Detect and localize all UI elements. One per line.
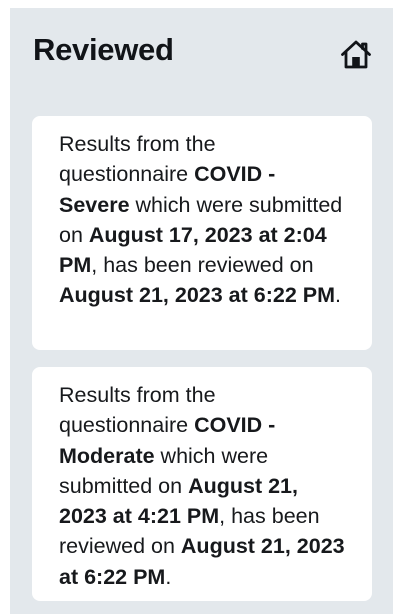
- notification-prefix: Results from the questionnaire: [59, 132, 216, 187]
- home-icon: [341, 40, 371, 69]
- reviewed-datetime: August 21, 2023 at 6:22 PM: [59, 283, 336, 308]
- header: Reviewed: [10, 8, 393, 98]
- page-title: Reviewed: [33, 32, 174, 67]
- notification-prefix: Results from the questionnaire: [59, 383, 216, 438]
- notification-suffix: .: [335, 283, 342, 308]
- reviewed-panel: Reviewed Results from the questionnaire …: [10, 8, 393, 614]
- notification-suffix: .: [165, 564, 172, 589]
- review-notification-card: Results from the questionnaire COVID - S…: [32, 116, 372, 350]
- home-button[interactable]: [338, 36, 374, 72]
- reviewed-label: , has been reviewed on: [91, 253, 314, 278]
- review-notification-card: Results from the questionnaire COVID - M…: [32, 367, 372, 601]
